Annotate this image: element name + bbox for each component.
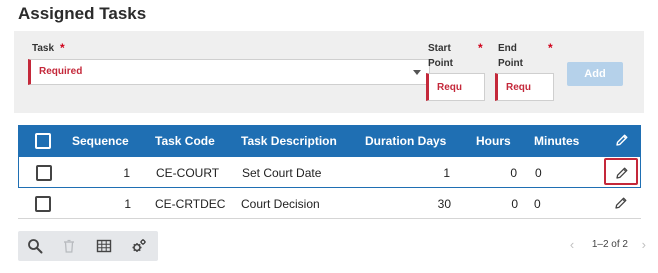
start-point-value: Requ [437, 82, 462, 93]
grid-view-icon[interactable] [96, 238, 112, 254]
add-button[interactable]: Add [567, 62, 623, 86]
grid-toolbar [18, 231, 158, 261]
assigned-tasks-grid: Sequence Task Code Task Description Dura… [18, 125, 641, 219]
cell-task-description: Set Court Date [242, 166, 322, 180]
cell-duration-days: 30 [437, 197, 451, 211]
column-header-task-description[interactable]: Task Description [241, 134, 337, 148]
end-point-required-marker: * [548, 41, 553, 55]
cell-task-code: CE-COURT [156, 166, 220, 180]
cell-task-description: Court Decision [241, 197, 320, 211]
column-header-minutes[interactable]: Minutes [534, 134, 579, 148]
pencil-icon [615, 197, 627, 209]
start-point-label: Start Point [428, 43, 453, 69]
cell-hours: 0 [511, 197, 518, 211]
task-select[interactable]: Required [28, 59, 430, 85]
task-required-marker: * [60, 41, 65, 55]
start-point-required-marker: * [478, 41, 483, 55]
end-point-label: End Point [498, 43, 523, 69]
pencil-icon[interactable] [615, 133, 629, 147]
column-header-sequence[interactable]: Sequence [72, 134, 129, 148]
cell-minutes: 0 [534, 197, 541, 211]
settings-icon[interactable] [131, 238, 147, 254]
table-row[interactable]: 1 CE-CRTDEC Court Decision 30 0 0 [18, 188, 641, 219]
cell-sequence: 1 [124, 197, 131, 211]
start-point-input[interactable]: Requ [426, 73, 485, 101]
end-point-value: Requ [506, 82, 531, 93]
pager: ‹ 1–2 of 2 › [570, 237, 646, 252]
pencil-icon [616, 167, 628, 179]
chevron-left-icon[interactable]: ‹ [570, 237, 574, 252]
cell-hours: 0 [510, 166, 517, 180]
edit-row-button[interactable] [605, 190, 639, 217]
cell-sequence: 1 [123, 166, 130, 180]
task-label: Task [32, 43, 55, 54]
grid-header: Sequence Task Code Task Description Dura… [18, 125, 641, 157]
column-header-task-code[interactable]: Task Code [155, 134, 215, 148]
select-all-checkbox[interactable] [35, 133, 51, 149]
cell-minutes: 0 [535, 166, 542, 180]
search-icon[interactable] [27, 238, 43, 254]
column-header-hours[interactable]: Hours [476, 134, 511, 148]
cell-duration-days: 1 [443, 166, 450, 180]
page-title: Assigned Tasks [18, 4, 147, 23]
task-form-panel: Task * Required Start Point * Requ End P… [14, 31, 644, 113]
table-row[interactable]: 1 CE-COURT Set Court Date 1 0 0 [18, 157, 641, 188]
row-checkbox[interactable] [35, 196, 51, 212]
edit-row-button[interactable] [604, 158, 638, 185]
end-point-input[interactable]: Requ [495, 73, 554, 101]
chevron-down-icon [413, 70, 421, 75]
chevron-right-icon[interactable]: › [642, 237, 646, 252]
cell-task-code: CE-CRTDEC [155, 197, 226, 211]
task-select-value: Required [39, 66, 83, 77]
column-header-duration-days[interactable]: Duration Days [365, 134, 446, 148]
trash-icon[interactable] [61, 238, 77, 254]
row-checkbox[interactable] [36, 165, 52, 181]
pager-range: 1–2 of 2 [591, 239, 628, 250]
